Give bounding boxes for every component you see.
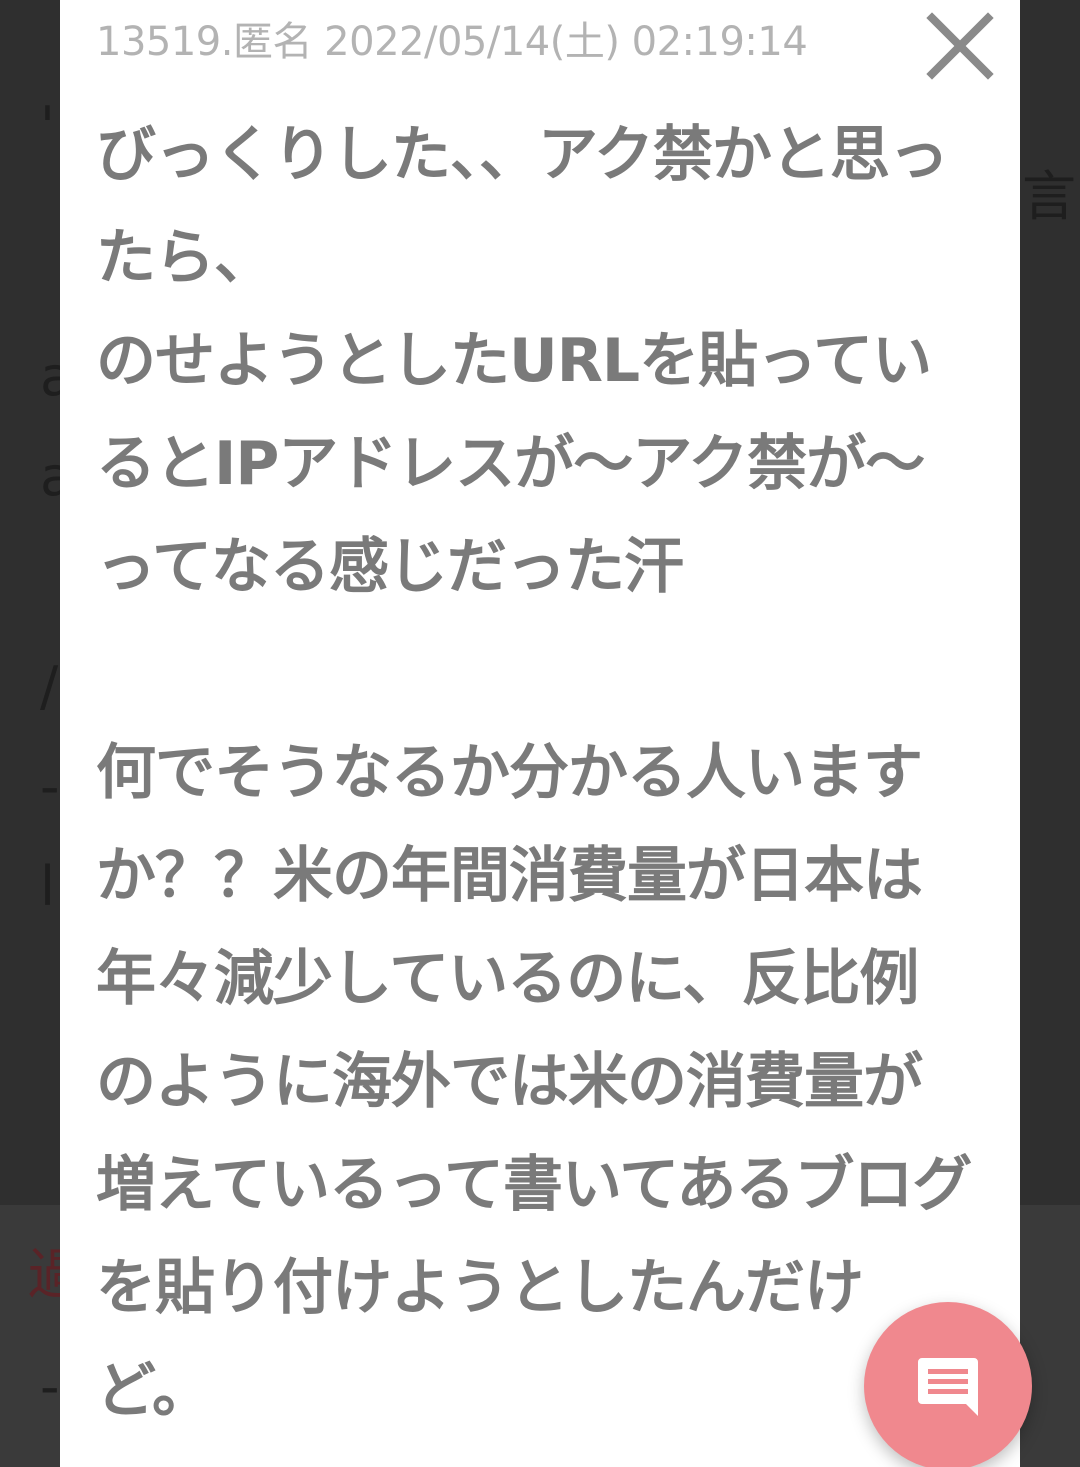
close-button[interactable] — [922, 8, 998, 84]
background-fragment: l — [40, 855, 56, 918]
post-header: 13519.匿名 2022/05/14(土) 02:19:14 — [96, 19, 808, 65]
close-icon — [926, 12, 994, 80]
comment-button[interactable] — [864, 1302, 1032, 1467]
background-fragment: - — [40, 755, 60, 818]
post-modal: 13519.匿名 2022/05/14(土) 02:19:14 びっくりした、、… — [60, 0, 1020, 1467]
background-fragment: ' — [40, 95, 55, 158]
comment-icon — [918, 1358, 978, 1416]
background-fragment: 言 — [1022, 165, 1076, 228]
background-fragment: / — [40, 655, 59, 718]
background-fragment: - — [40, 1355, 60, 1418]
post-body-text: びっくりした、、アク禁かと思ったら、 のせようとしたURLを貼っているとIPアド… — [96, 120, 972, 1426]
